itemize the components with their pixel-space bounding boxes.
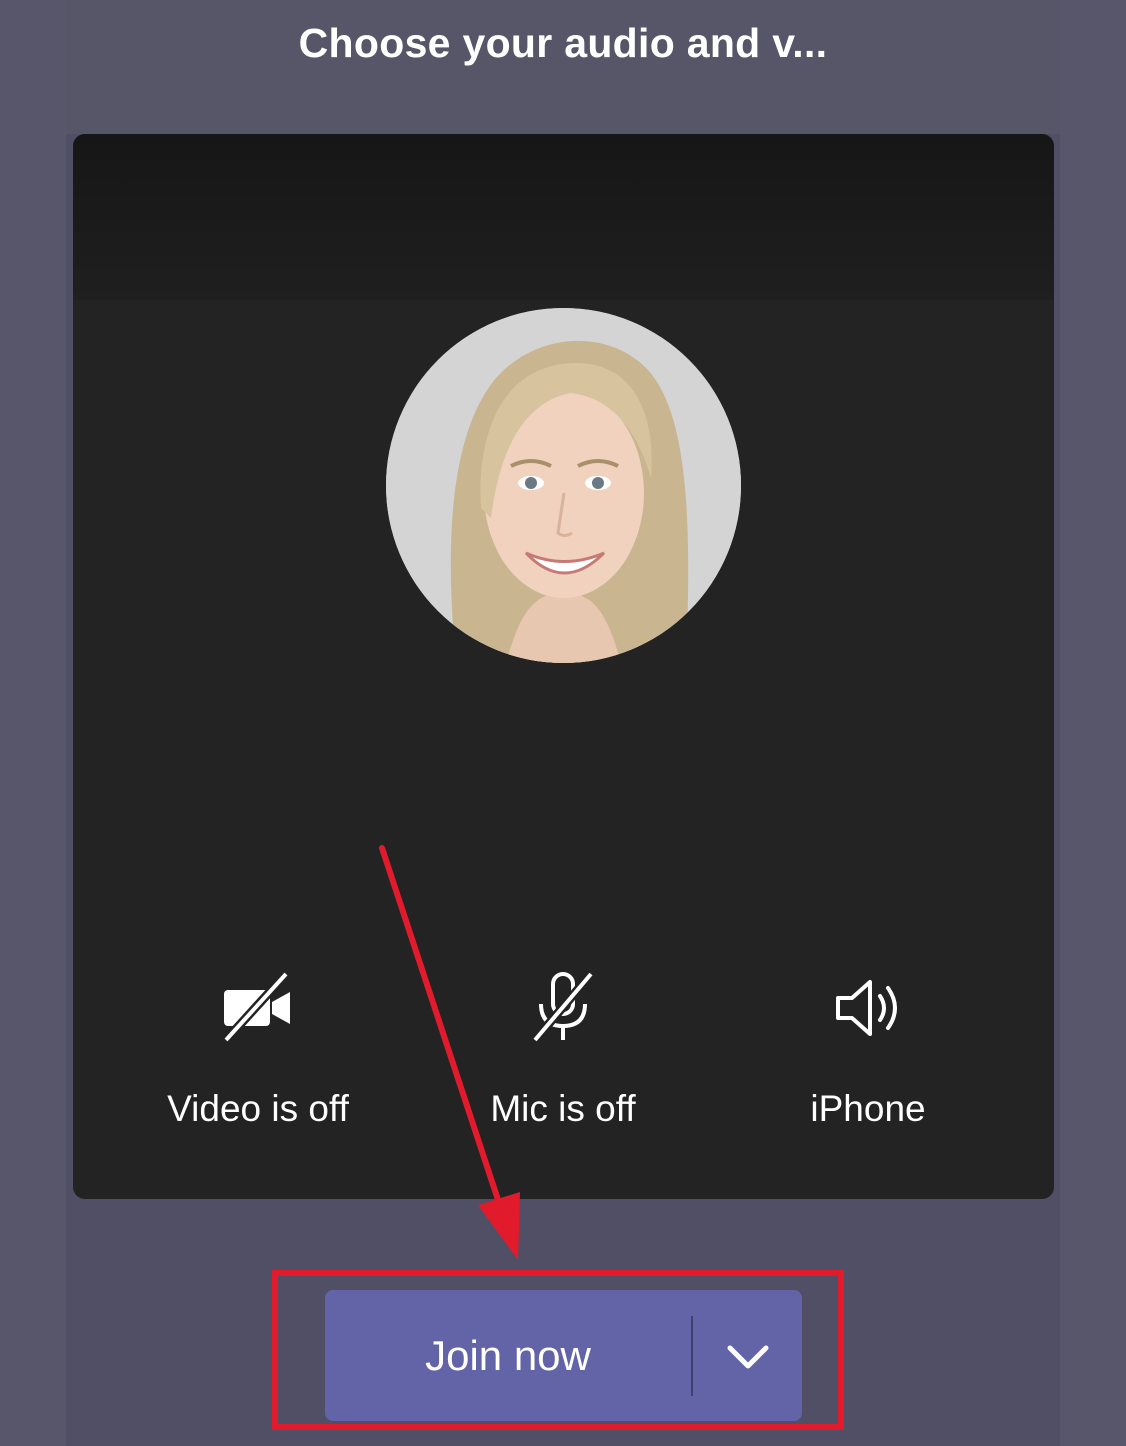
video-toggle[interactable]: Video is off bbox=[108, 954, 408, 1130]
right-margin bbox=[1060, 0, 1126, 1446]
annotation-highlight-box bbox=[272, 1270, 844, 1430]
video-label: Video is off bbox=[167, 1088, 349, 1129]
avatar bbox=[386, 308, 741, 663]
left-margin bbox=[0, 0, 66, 1446]
device-controls: Video is off Mic is off iPhone bbox=[73, 954, 1054, 1154]
page-title: Choose your audio and v... bbox=[298, 20, 828, 66]
preview-top-band bbox=[73, 134, 1054, 300]
speaker-toggle[interactable]: iPhone bbox=[718, 954, 1018, 1130]
speaker-label: iPhone bbox=[810, 1088, 926, 1129]
avatar-portrait bbox=[386, 308, 741, 663]
mic-off-icon bbox=[531, 971, 595, 1043]
video-preview: Video is off Mic is off iPhone bbox=[73, 134, 1054, 1199]
mic-toggle[interactable]: Mic is off bbox=[413, 954, 713, 1130]
speaker-icon bbox=[836, 980, 897, 1036]
header: Choose your audio and v... bbox=[66, 0, 1060, 134]
video-off-icon bbox=[222, 970, 290, 1044]
mic-label: Mic is off bbox=[490, 1088, 636, 1129]
app-frame: Choose your audio and v... Video is off … bbox=[0, 0, 1126, 1446]
